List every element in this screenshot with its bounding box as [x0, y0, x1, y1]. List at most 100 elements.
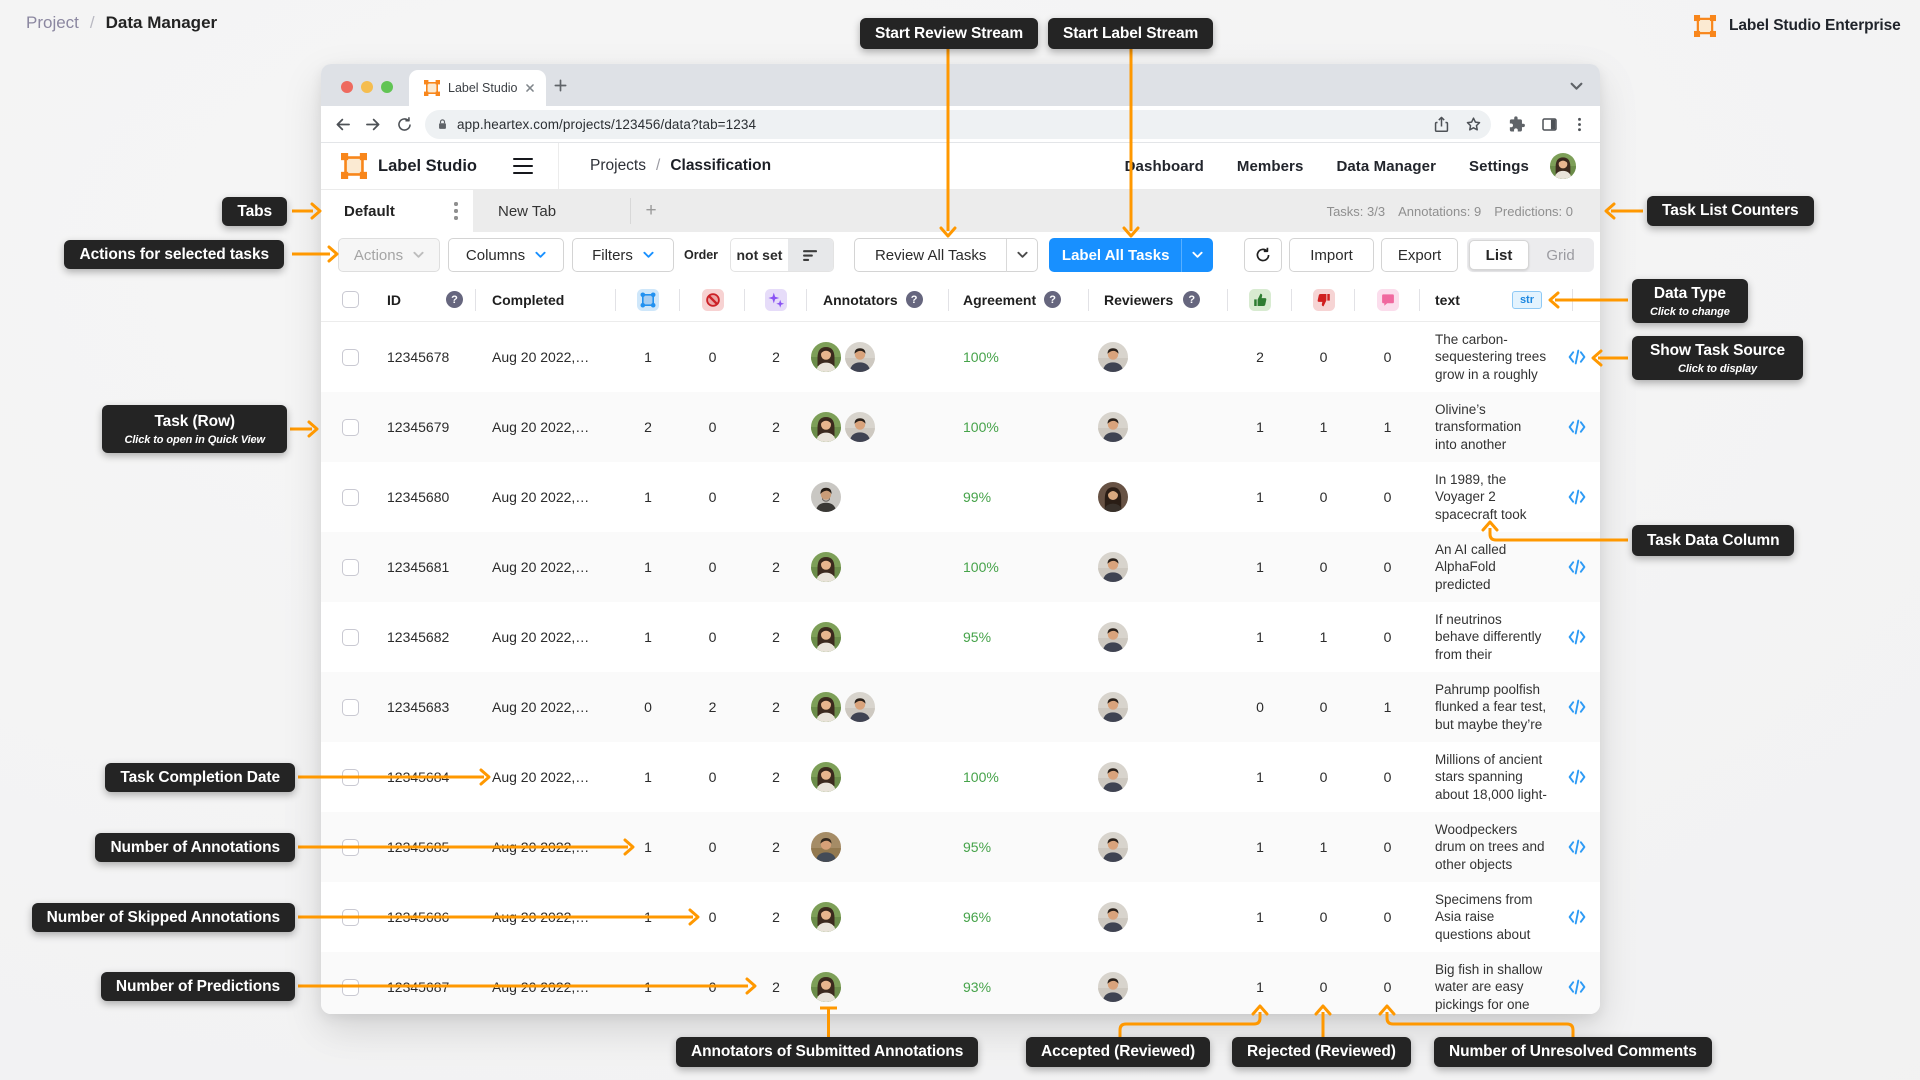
task-checkbox[interactable] [342, 979, 359, 996]
address-bar[interactable]: app.heartex.com/projects/123456/data?tab… [425, 110, 1491, 139]
skipped-count-cell: 0 [680, 742, 745, 812]
browser-menu-kebab-icon[interactable] [1567, 113, 1591, 137]
sidebar-icon[interactable] [1537, 113, 1561, 137]
bookmark-star-icon[interactable] [1461, 113, 1485, 137]
task-source-cell [1573, 952, 1600, 1014]
data-type-badge[interactable]: str [1512, 291, 1542, 309]
task-row[interactable]: 12345685Aug 20 2022,…10295%110Woodpecker… [321, 812, 1600, 882]
task-checkbox[interactable] [342, 909, 359, 926]
task-row[interactable]: 12345684Aug 20 2022,…102100%100Millions … [321, 742, 1600, 812]
forward-icon[interactable] [361, 113, 385, 137]
show-source-icon[interactable] [1567, 489, 1587, 505]
nav-members[interactable]: Members [1237, 158, 1304, 175]
task-row[interactable]: 12345683Aug 20 2022,…022001Pahrump poolf… [321, 672, 1600, 742]
export-button[interactable]: Export [1381, 238, 1458, 272]
refresh-button[interactable] [1244, 238, 1282, 272]
show-source-icon[interactable] [1567, 629, 1587, 645]
minimize-window-button[interactable] [361, 81, 373, 93]
reload-icon[interactable] [392, 113, 416, 137]
task-checkbox[interactable] [342, 419, 359, 436]
task-text-cell: Specimens from Asia raise questions abou… [1420, 882, 1573, 952]
show-source-icon[interactable] [1567, 909, 1587, 925]
user-avatar[interactable] [1550, 153, 1576, 179]
hamburger-menu-icon[interactable] [513, 158, 533, 174]
show-source-icon[interactable] [1567, 839, 1587, 855]
columns-button[interactable]: Columns [448, 238, 564, 272]
dm-add-tab-icon[interactable]: + [639, 190, 663, 232]
enterprise-brand: Label Studio Enterprise [1694, 15, 1901, 37]
column-header-accepted[interactable] [1228, 278, 1292, 321]
share-icon[interactable] [1429, 113, 1453, 137]
show-source-icon[interactable] [1567, 769, 1587, 785]
actions-button[interactable]: Actions [338, 238, 440, 272]
task-row[interactable]: 12345687Aug 20 2022,…10293%100Big fish i… [321, 952, 1600, 1014]
extensions-puzzle-icon[interactable] [1504, 113, 1528, 137]
browser-tab[interactable]: Label Studio [409, 70, 546, 106]
view-toggle-list[interactable]: List [1469, 240, 1529, 270]
review-all-tasks-button[interactable]: Review All Tasks [854, 238, 1038, 272]
callout-task-row: Task (Row)Click to open in Quick View [102, 405, 287, 453]
filters-button[interactable]: Filters [572, 238, 674, 272]
column-header-id[interactable]: ID [321, 278, 476, 321]
view-toggle-grid[interactable]: Grid [1529, 247, 1592, 264]
dm-tab-kebab-icon[interactable] [449, 190, 463, 232]
agreement-help-icon[interactable] [1044, 291, 1061, 308]
zoom-window-button[interactable] [381, 81, 393, 93]
nav-data-manager[interactable]: Data Manager [1336, 158, 1436, 175]
tab-close-icon[interactable] [522, 80, 538, 96]
app-breadcrumb-projects[interactable]: Projects [590, 157, 646, 175]
import-button[interactable]: Import [1289, 238, 1374, 272]
show-source-icon[interactable] [1567, 419, 1587, 435]
task-row[interactable]: 12345679Aug 20 2022,…202100%111Olivine’s… [321, 392, 1600, 462]
nav-settings[interactable]: Settings [1469, 158, 1529, 175]
close-window-button[interactable] [341, 81, 353, 93]
task-row[interactable]: 12345681Aug 20 2022,…102100%100An AI cal… [321, 532, 1600, 602]
column-header-agreement[interactable]: Agreement [949, 278, 1089, 321]
column-header-annotated[interactable] [616, 278, 680, 321]
column-header-comments[interactable] [1355, 278, 1420, 321]
breadcrumb-parent[interactable]: Project [26, 13, 79, 33]
breadcrumb: Project / Data Manager [26, 13, 217, 33]
skipped-count-cell: 2 [680, 672, 745, 742]
sort-order-icon[interactable] [788, 238, 833, 272]
task-checkbox[interactable] [342, 769, 359, 786]
task-row[interactable]: 12345682Aug 20 2022,…10295%110If neutrin… [321, 602, 1600, 672]
task-row[interactable]: 12345680Aug 20 2022,…10299%100In 1989, t… [321, 462, 1600, 532]
task-checkbox[interactable] [342, 489, 359, 506]
new-tab-icon[interactable] [553, 78, 568, 98]
back-icon[interactable] [330, 113, 354, 137]
order-control[interactable]: not set [730, 238, 834, 272]
reviewers-help-icon[interactable] [1183, 291, 1200, 308]
task-checkbox[interactable] [342, 699, 359, 716]
task-checkbox[interactable] [342, 839, 359, 856]
column-header-completed[interactable]: Completed [476, 278, 616, 321]
column-header-skipped[interactable] [680, 278, 745, 321]
label-dropdown-chevron-icon[interactable] [1181, 239, 1212, 272]
column-header-predictions[interactable] [745, 278, 807, 321]
annotators-help-icon[interactable] [906, 291, 923, 308]
show-source-icon[interactable] [1567, 349, 1587, 365]
task-checkbox[interactable] [342, 349, 359, 366]
review-dropdown-chevron-icon[interactable] [1007, 251, 1037, 259]
label-all-tasks-button[interactable]: Label All Tasks [1049, 238, 1213, 272]
column-header-rejected[interactable] [1292, 278, 1355, 321]
task-id-cell: 12345687 [321, 952, 476, 1014]
nav-dashboard[interactable]: Dashboard [1125, 158, 1204, 175]
column-header-text[interactable]: text str [1420, 278, 1573, 321]
dm-tab-new-tab[interactable]: New Tab [473, 190, 630, 232]
task-checkbox[interactable] [342, 559, 359, 576]
task-row[interactable]: 12345686Aug 20 2022,…10296%100Specimens … [321, 882, 1600, 952]
select-all-checkbox[interactable] [342, 291, 359, 308]
app-logo-icon[interactable] [341, 153, 367, 179]
task-text-cell: Pahrump poolfish flunked a fear test, bu… [1420, 672, 1573, 742]
id-help-icon[interactable] [446, 291, 463, 308]
column-header-annotators[interactable]: Annotators [807, 278, 949, 321]
show-source-icon[interactable] [1567, 559, 1587, 575]
task-completed-cell: Aug 20 2022,… [476, 392, 616, 462]
column-header-reviewers[interactable]: Reviewers [1089, 278, 1228, 321]
show-source-icon[interactable] [1567, 979, 1587, 995]
task-checkbox[interactable] [342, 629, 359, 646]
show-source-icon[interactable] [1567, 699, 1587, 715]
tab-search-chevron-icon[interactable] [1570, 78, 1583, 96]
task-row[interactable]: 12345678Aug 20 2022,…102100%200The carbo… [321, 322, 1600, 392]
